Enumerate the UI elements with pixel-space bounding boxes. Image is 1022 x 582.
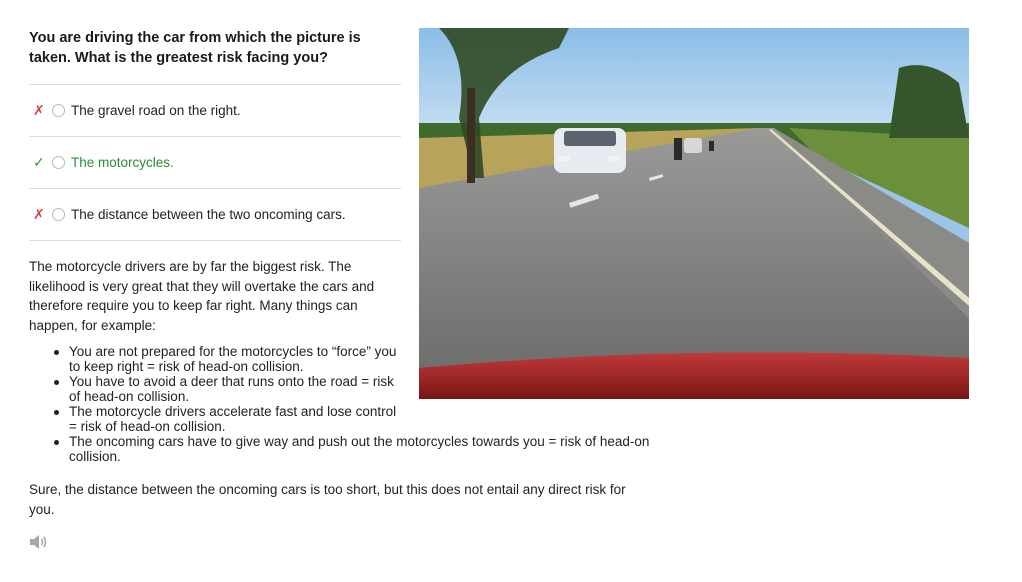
- cross-icon: ✗: [33, 206, 45, 222]
- question-text: You are driving the car from which the p…: [29, 30, 361, 66]
- explanation-text: The motorcycle drivers are by far the bi…: [29, 259, 375, 333]
- road-scene-photo: [419, 28, 969, 399]
- radio-button[interactable]: [52, 208, 65, 221]
- conclusion-text: Sure, the distance between the oncoming …: [29, 482, 626, 517]
- answer-options: ✗ The gravel road on the right. ✓ The mo…: [29, 84, 401, 241]
- list-item: You have to avoid a deer that runs onto …: [29, 374, 401, 404]
- list-item: The oncoming cars have to give way and p…: [29, 434, 659, 464]
- speaker-icon[interactable]: [29, 533, 49, 551]
- answer-option-distance[interactable]: ✗ The distance between the two oncoming …: [29, 188, 401, 241]
- answer-option-label: The distance between the two oncoming ca…: [71, 207, 346, 222]
- answer-option-gravel-road[interactable]: ✗ The gravel road on the right.: [29, 84, 401, 136]
- answer-option-label: The motorcycles.: [71, 155, 174, 170]
- answer-option-label: The gravel road on the right.: [71, 103, 241, 118]
- answer-option-motorcycles[interactable]: ✓ The motorcycles.: [29, 136, 401, 188]
- cross-icon: ✗: [33, 102, 45, 118]
- radio-button[interactable]: [52, 104, 65, 117]
- radio-button[interactable]: [52, 156, 65, 169]
- list-item: You are not prepared for the motorcycles…: [29, 344, 401, 374]
- list-item: The motorcycle drivers accelerate fast a…: [29, 404, 401, 434]
- check-icon: ✓: [33, 154, 45, 170]
